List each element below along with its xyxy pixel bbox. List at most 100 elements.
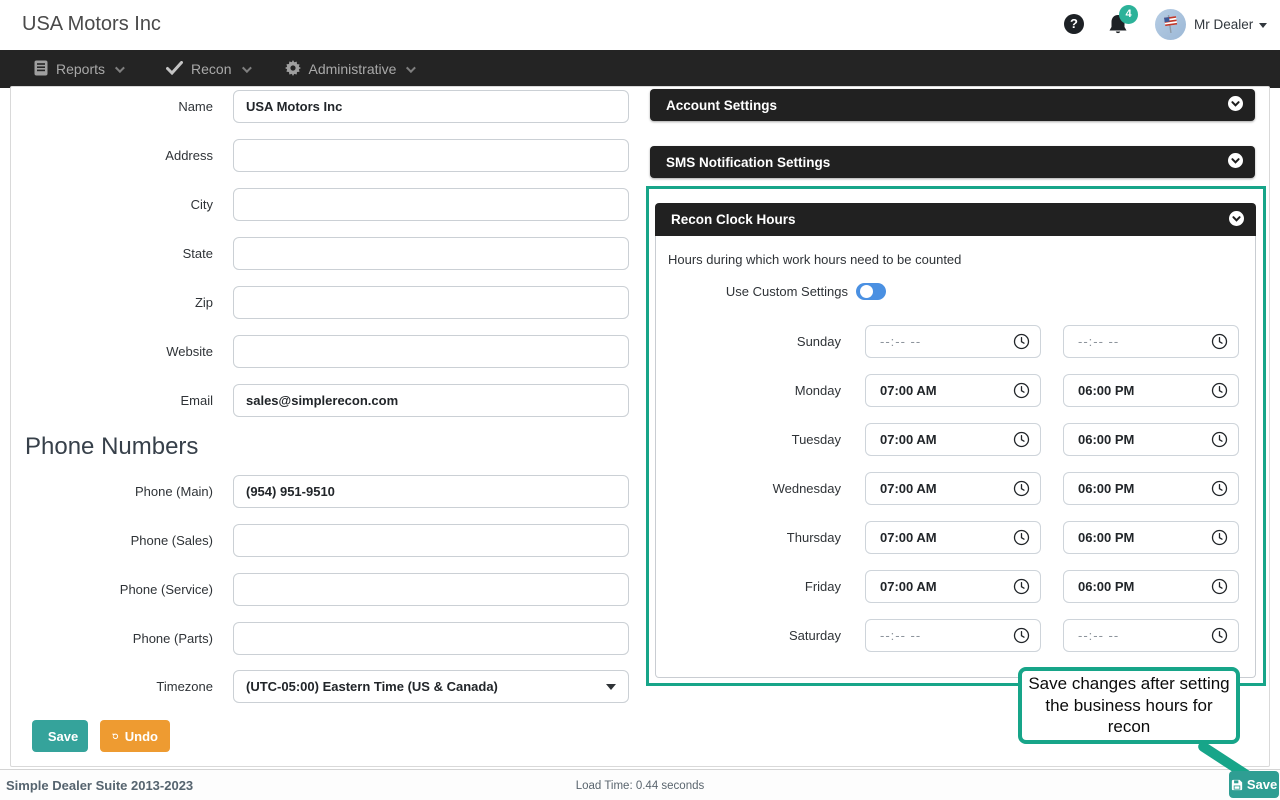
day-row-monday: Monday xyxy=(656,374,1257,407)
reports-journal-icon xyxy=(34,60,48,79)
clock-icon[interactable] xyxy=(1211,333,1228,350)
phone-main-label: Phone (Main) xyxy=(16,484,213,499)
callout-tooltip: Save changes after setting the business … xyxy=(1018,667,1240,744)
clock-icon[interactable] xyxy=(1211,431,1228,448)
custom-settings-row: Use Custom Settings xyxy=(656,283,886,300)
nav-label-administrative: Administrative xyxy=(309,61,397,77)
phone-main-field[interactable] xyxy=(233,475,629,508)
website-label: Website xyxy=(16,344,213,359)
timezone-label: Timezone xyxy=(16,679,213,694)
chevron-circle-down-icon xyxy=(1229,211,1244,229)
recon-clock-hours-body: Hours during which work hours need to be… xyxy=(655,236,1256,678)
form-row: Phone (Parts) xyxy=(16,622,636,655)
page-title: USA Motors Inc xyxy=(22,13,161,36)
day-label: Friday xyxy=(656,579,841,594)
undo-button[interactable]: Undo xyxy=(100,720,170,752)
day-label: Tuesday xyxy=(656,432,841,447)
day-row-tuesday: Tuesday xyxy=(656,423,1257,456)
clock-icon[interactable] xyxy=(1211,529,1228,546)
nav-item-administrative[interactable]: Administrative xyxy=(285,60,414,79)
address-label: Address xyxy=(16,148,213,163)
account-settings-title: Account Settings xyxy=(666,98,777,113)
notification-badge: 4 xyxy=(1119,5,1138,24)
form-row: Zip xyxy=(16,286,636,319)
phone-parts-label: Phone (Parts) xyxy=(16,631,213,646)
use-custom-settings-toggle[interactable] xyxy=(856,283,886,300)
website-field[interactable] xyxy=(233,335,629,368)
form-row: Timezone (UTC-05:00) Eastern Time (US & … xyxy=(16,670,636,703)
phone-sales-field[interactable] xyxy=(233,524,629,557)
nav-label-reports: Reports xyxy=(56,61,105,77)
accordion-account-settings[interactable]: Account Settings xyxy=(650,89,1255,121)
city-label: City xyxy=(16,197,213,212)
state-field[interactable] xyxy=(233,237,629,270)
floppy-icon xyxy=(1231,779,1243,791)
caret-down-icon xyxy=(606,684,616,690)
phone-parts-field[interactable] xyxy=(233,622,629,655)
bell-icon xyxy=(1106,25,1130,42)
clock-icon[interactable] xyxy=(1013,431,1030,448)
form-row: Phone (Sales) xyxy=(16,524,636,557)
app-window: USA Motors Inc ? 4 Mr Dealer xyxy=(0,0,1280,800)
accordion-recon-clock-hours[interactable]: Recon Clock Hours xyxy=(655,203,1256,236)
clock-icon[interactable] xyxy=(1211,480,1228,497)
name-label: Name xyxy=(16,99,213,114)
clock-icon[interactable] xyxy=(1211,627,1228,644)
phone-service-label: Phone (Service) xyxy=(16,582,213,597)
zip-field[interactable] xyxy=(233,286,629,319)
status-bar: Simple Dealer Suite 2013-2023 Load Time:… xyxy=(0,769,1280,800)
clock-icon[interactable] xyxy=(1211,382,1228,399)
nav-item-recon[interactable]: Recon xyxy=(166,61,248,78)
sms-settings-title: SMS Notification Settings xyxy=(666,155,830,170)
footer-save-button[interactable]: Save xyxy=(1229,771,1279,798)
email-label: Email xyxy=(16,393,213,408)
day-label: Saturday xyxy=(656,628,841,643)
address-field[interactable] xyxy=(233,139,629,172)
undo-icon xyxy=(112,729,119,743)
save-button-label: Save xyxy=(48,729,78,744)
help-icon[interactable]: ? xyxy=(1064,14,1084,34)
zip-label: Zip xyxy=(16,295,213,310)
day-row-sunday: Sunday xyxy=(656,325,1257,358)
clock-icon[interactable] xyxy=(1013,382,1030,399)
timezone-value: (UTC-05:00) Eastern Time (US & Canada) xyxy=(246,679,498,694)
day-row-thursday: Thursday xyxy=(656,521,1257,554)
chevron-down-icon xyxy=(241,63,251,73)
check-icon xyxy=(166,61,183,78)
main-nav: Reports Recon Administrative xyxy=(0,50,1280,88)
chevron-circle-down-icon xyxy=(1228,153,1243,171)
nav-label-recon: Recon xyxy=(191,61,231,77)
clock-icon[interactable] xyxy=(1013,529,1030,546)
clock-icon[interactable] xyxy=(1013,627,1030,644)
phone-service-field[interactable] xyxy=(233,573,629,606)
phone-sales-label: Phone (Sales) xyxy=(16,533,213,548)
timezone-select[interactable]: (UTC-05:00) Eastern Time (US & Canada) xyxy=(233,670,629,703)
city-field[interactable] xyxy=(233,188,629,221)
toggle-knob xyxy=(860,285,873,298)
clock-icon[interactable] xyxy=(1211,578,1228,595)
chevron-down-icon xyxy=(115,63,125,73)
avatar[interactable] xyxy=(1155,9,1186,40)
name-field[interactable] xyxy=(233,90,629,123)
email-field[interactable] xyxy=(233,384,629,417)
recon-clock-hours-title: Recon Clock Hours xyxy=(671,212,796,227)
clock-icon[interactable] xyxy=(1013,333,1030,350)
form-row: Phone (Service) xyxy=(16,573,636,606)
save-button[interactable]: Save xyxy=(32,720,88,752)
chevron-circle-down-icon xyxy=(1228,96,1243,114)
phone-numbers-heading: Phone Numbers xyxy=(25,433,636,461)
day-row-friday: Friday xyxy=(656,570,1257,603)
user-name-label: Mr Dealer xyxy=(1194,17,1253,32)
form-row: City xyxy=(16,188,636,221)
accordion-sms-settings[interactable]: SMS Notification Settings xyxy=(650,146,1255,178)
nav-item-reports[interactable]: Reports xyxy=(34,60,122,79)
day-label: Monday xyxy=(656,383,841,398)
footer-save-label: Save xyxy=(1247,777,1277,792)
chevron-down-icon xyxy=(406,63,416,73)
clock-icon[interactable] xyxy=(1013,480,1030,497)
day-row-wednesday: Wednesday xyxy=(656,472,1257,505)
user-menu[interactable]: Mr Dealer xyxy=(1194,17,1267,32)
caret-down-icon xyxy=(1259,23,1267,28)
day-row-saturday: Saturday xyxy=(656,619,1257,652)
clock-icon[interactable] xyxy=(1013,578,1030,595)
